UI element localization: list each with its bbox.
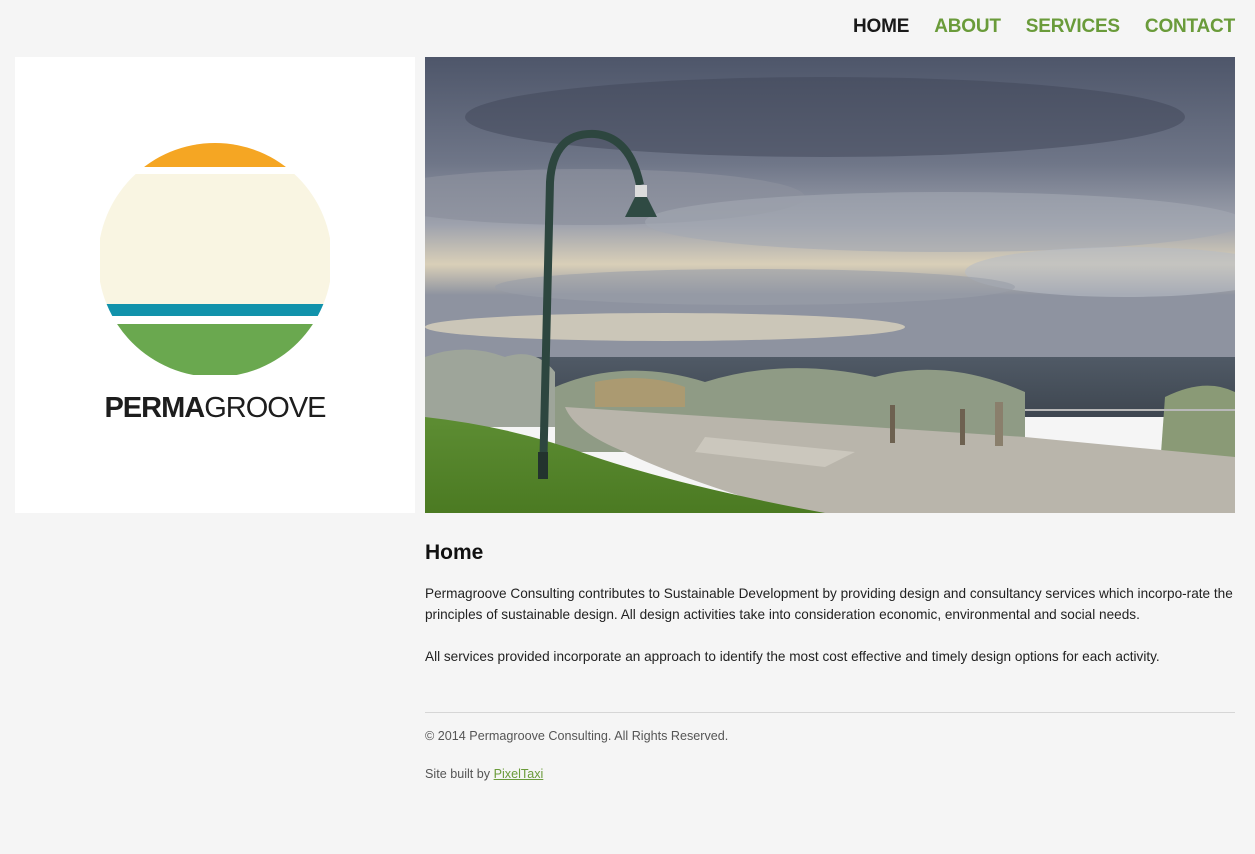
- intro-paragraph: Permagroove Consulting contributes to Su…: [425, 586, 1233, 622]
- main-content: Home Permagroove Consulting contributes …: [425, 541, 1237, 688]
- nav-home[interactable]: HOME: [853, 16, 909, 38]
- nav-about[interactable]: ABOUT: [934, 16, 1001, 38]
- nav-contact[interactable]: CONTACT: [1145, 16, 1235, 38]
- logo-wordmark: PERMAGROOVE: [15, 392, 415, 425]
- main-nav: HOME ABOUT SERVICES CONTACT: [853, 16, 1235, 38]
- logo-panel: PERMAGROOVE: [15, 57, 415, 513]
- copyright-text: © 2014 Permagroove Consulting. All Right…: [425, 729, 729, 743]
- logo-text-light: GROOVE: [204, 392, 326, 424]
- services-paragraph: All services provided incorporate an app…: [425, 649, 1160, 664]
- footer-divider: [425, 712, 1235, 713]
- seaside-lamp-post-photo-icon: [425, 57, 1235, 513]
- logo-text-bold: PERMA: [104, 392, 205, 424]
- built-by-line: Site built by PixelTaxi: [425, 766, 728, 783]
- nav-services[interactable]: SERVICES: [1026, 16, 1120, 38]
- pixeltaxi-link[interactable]: PixelTaxi: [494, 767, 544, 781]
- permagroove-logo-icon: [100, 143, 330, 375]
- page-title: Home: [425, 541, 484, 564]
- built-by-prefix: Site built by: [425, 767, 494, 781]
- page: HOME ABOUT SERVICES CONTACT PERMAGROOVE: [0, 0, 1255, 854]
- hero-image: [425, 57, 1235, 513]
- footer: © 2014 Permagroove Consulting. All Right…: [425, 728, 728, 804]
